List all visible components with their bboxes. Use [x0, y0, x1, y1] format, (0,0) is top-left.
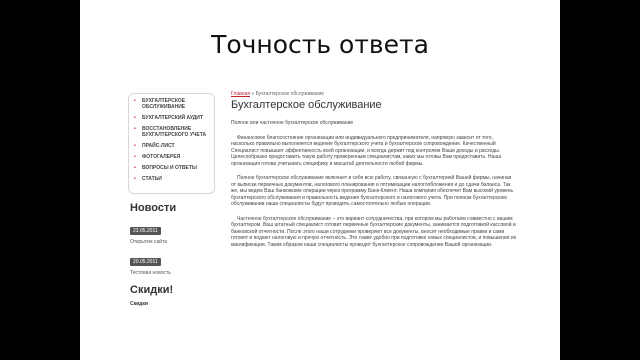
discounts-link[interactable]: Скидки — [130, 301, 215, 307]
main-content: Главная » Бухгалтерское обслуживание Бух… — [231, 91, 517, 256]
bullet-icon: • — [134, 98, 136, 104]
menu-item-label: ФОТОГАЛЕРЕЯ — [142, 154, 181, 160]
news-link[interactable]: Тестовая новость — [130, 270, 215, 276]
menu-item-label: БУХГАЛТЕРСКИЙ АУДИТ — [142, 115, 203, 121]
bullet-icon: • — [134, 154, 136, 160]
menu-item-faq[interactable]: • ВОПРОСЫ И ОТВЕТЫ — [132, 165, 211, 171]
intro-text: Полное или частичное бухгалтерское обслу… — [231, 120, 354, 126]
bullet-icon: • — [134, 165, 136, 171]
paragraph: Полное бухгалтерское обслуживание включа… — [231, 175, 514, 207]
menu-item-label: ВОПРОСЫ И ОТВЕТЫ — [142, 165, 197, 171]
paragraph: Частичное бухгалтерское обслуживание – э… — [231, 215, 517, 248]
paragraph: Финансовое благосостояние организации ил… — [231, 134, 502, 167]
sidebar: • БУХГАЛТЕРСКОЕ ОБСЛУЖИВАНИЕ • БУХГАЛТЕРСК… — [128, 93, 215, 307]
breadcrumb-current: Бухгалтерское обслуживание — [255, 91, 325, 97]
news-item: 20.05.2011 Тестовая новость — [128, 250, 215, 276]
news-date-badge: 20.05.2011 — [130, 258, 161, 266]
breadcrumb: Главная » Бухгалтерское обслуживание — [231, 91, 517, 98]
menu-item-label: ВОССТАНОВЛЕНИЕ БУХГАЛТЕРСКОГО УЧЕТА — [142, 126, 207, 138]
breadcrumb-home-link[interactable]: Главная — [231, 91, 250, 97]
bullet-icon: • — [134, 176, 136, 182]
slide: Точность ответа • БУХГАЛТЕРСКОЕ ОБСЛУЖИВА… — [80, 0, 560, 360]
news-link[interactable]: Открытие сайта — [130, 239, 215, 245]
bullet-icon: • — [134, 126, 136, 132]
news-heading: Новости — [130, 202, 177, 214]
breadcrumb-separator: » — [251, 91, 255, 97]
discounts-heading: Скидки! — [130, 284, 174, 296]
menu-item-restoration[interactable]: • ВОССТАНОВЛЕНИЕ БУХГАЛТЕРСКОГО УЧЕТА — [132, 126, 211, 138]
menu-item-label: ПРАЙС-ЛИСТ — [142, 143, 175, 149]
menu-item-articles[interactable]: • СТАТЬИ — [132, 176, 211, 182]
news-date-badge: 23.05.2011 — [130, 227, 161, 235]
menu-item-price-list[interactable]: • ПРАЙС-ЛИСТ — [132, 143, 211, 149]
menu-item-accounting-service[interactable]: • БУХГАЛТЕРСКОЕ ОБСЛУЖИВАНИЕ — [132, 98, 211, 110]
menu-item-audit[interactable]: • БУХГАЛТЕРСКИЙ АУДИТ — [132, 115, 211, 121]
sidebar-menu: • БУХГАЛТЕРСКОЕ ОБСЛУЖИВАНИЕ • БУХГАЛТЕРСК… — [128, 93, 215, 194]
bullet-icon: • — [134, 115, 136, 121]
slide-title: Точность ответа — [211, 30, 429, 59]
bullet-icon: • — [134, 143, 136, 149]
menu-item-label: СТАТЬИ — [142, 176, 162, 182]
menu-item-label: БУХГАЛТЕРСКОЕ ОБСЛУЖИВАНИЕ — [142, 98, 186, 110]
news-item: 23.05.2011 Открытие сайта — [128, 219, 215, 245]
page-title: Бухгалтерское обслуживание — [231, 98, 382, 111]
menu-item-gallery[interactable]: • ФОТОГАЛЕРЕЯ — [132, 154, 211, 160]
